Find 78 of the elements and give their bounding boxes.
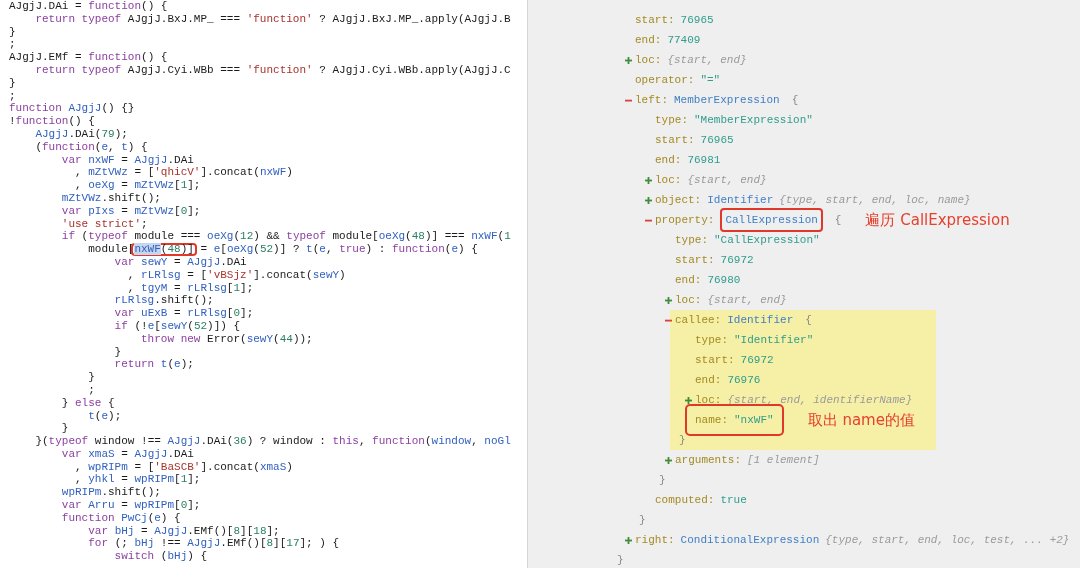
tree-node-line: end: 76981 [655,152,721,168]
tree-node-line: loc: {start, end} [655,172,767,188]
closing-brace: } [617,552,624,568]
tree-node-line: left: MemberExpression { [635,92,799,108]
expand-icon[interactable] [624,55,633,65]
tree-node-line: end: 77409 [635,32,701,48]
code-line: } [9,76,16,90]
tree-node-line: loc: {start, end} [635,52,747,68]
code-line: function AJgjJ() {} [9,102,135,116]
tree-node-line: property: CallExpression { [655,211,842,229]
code-line: (function(e, t) { [34,140,148,154]
closing-brace: } [639,512,646,528]
code-line: , rLRlsg = ['vBSjz'].concat(sewY) [126,268,346,282]
code-line: var bHj = AJgjJ.EMf()[8][18]; [87,524,280,538]
expand-icon[interactable] [644,195,653,205]
tree-node-line: operator: "=" [635,72,721,88]
annotation-text: 取出 name的值 [807,409,915,431]
tree-node-line: end: 76976 [695,372,761,388]
code-line: var xmaS = AJgjJ.DAi [60,447,194,461]
tree-node-line: type: "Identifier" [695,332,814,348]
code-line: } [9,25,16,39]
code-line: } [113,345,122,359]
tree-node-line: right: ConditionalExpression {type, start, end, loc, test, ... +2} [635,532,1070,548]
code-line: for (; bHj !== AJgjJ.EMf()[8][17]; ) { [87,537,340,551]
code-line: ; [9,38,16,52]
code-line: }(typeof window !== AJgjJ.DAi(36) ? window : this, function(window, noGl [34,435,511,448]
tree-node-line: start: 76972 [695,352,774,368]
code-line: mZtVWz.shift(); [60,191,161,205]
code-line: var uExB = rLRlsg[0]; [113,307,254,320]
code-line: var sewY = AJgjJ.DAi [113,255,247,269]
code-line: 'use strict'; [60,217,148,231]
expand-icon[interactable] [624,535,633,545]
code-line: var pIxs = mZtVWz[0]; [60,204,201,218]
code-line: , tgyM = rLRlsg[1]; [126,281,254,295]
code-line: function PwCj(e) { [60,511,181,525]
code-line: return t(e); [113,358,194,372]
code-line: , wpRIPm = ['BaSCB'].concat(xmaS) [74,460,293,474]
code-line: t(e); [87,409,122,423]
code-line: AJgjJ.DAi(79); [34,127,128,141]
tree-node-line: object: Identifier {type, start, end, loc, name} [655,192,971,208]
expand-icon[interactable] [664,455,673,465]
code-line: rLRlsg.shift(); [113,294,214,308]
tree-node-line: callee: Identifier { [675,312,812,328]
tree-node-line: loc: {start, end} [675,292,787,308]
code-line: } else { [60,396,115,410]
code-line: AJgjJ.EMf = function() { [9,51,168,64]
code-line: AJgjJ.DAi = function() { [9,0,168,13]
tree-node-line: computed: true [655,492,747,508]
code-line: } [87,371,95,384]
annotation-text: 遍历 CallExpression [865,209,1010,231]
code-line: if (!e[sewY(52)]) { [113,319,241,333]
code-line: if (typeof module === oeXg(12) && typeof module[oeXg(48)] === nxWF(1 [60,230,511,244]
code-line: , mZtVWz = ['qhicV'].concat(nxWF) [74,166,293,180]
expand-icon[interactable] [644,175,653,185]
tree-node-line: end: 76980 [675,272,741,288]
tree-node-line: start: 76965 [655,132,734,148]
code-line: switch (bHj) { [113,550,208,564]
code-line: throw new Error(sewY(44)); [140,332,313,346]
expand-icon[interactable] [664,295,673,305]
code-line: wpRIPm.shift(); [60,486,161,500]
tree-node-line: arguments: [1 element] [675,452,820,468]
code-line: ; [9,89,16,103]
tree-node-line: type: "CallExpression" [675,232,820,248]
code-line: return typeof AJgjJ.Cyi.WBb === 'function' ? AJgjJ.Cyi.WBb.apply(AJgjJ.C [34,64,511,77]
code-line: } [60,422,69,436]
code-line: return typeof AJgjJ.BxJ.MP_ === 'function' ? AJgjJ.BxJ.MP_.apply(AJgjJ.B [34,12,511,26]
code-line: , yhkl = wpRIPm[1]; [74,473,201,487]
code-line: !function() { [9,115,95,128]
closing-brace: } [659,472,666,488]
tree-node-line: type: "MemberExpression" [655,112,813,128]
tree-node-line: start: 76965 [635,12,714,28]
code-line: ; [87,383,95,397]
expand-icon[interactable] [684,395,693,405]
code-line: var nxWF = AJgjJ.DAi [60,153,194,167]
code-line: var Arru = wpRIPm[0]; [60,499,201,512]
tree-node-line: start: 76972 [675,252,754,268]
code-line: , oeXg = mZtVWz[1]; [74,179,201,192]
closing-brace: } [679,432,686,448]
